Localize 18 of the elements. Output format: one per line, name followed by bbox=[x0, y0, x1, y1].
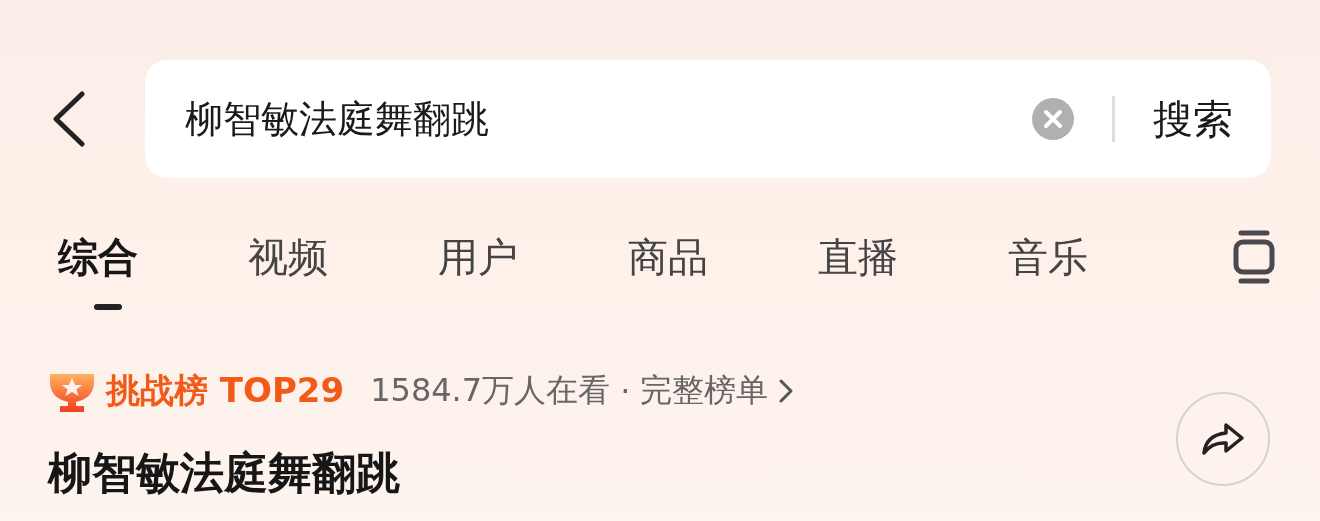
tab[interactable]: 商品 bbox=[628, 230, 722, 312]
tab[interactable]: 音乐 bbox=[1008, 230, 1102, 312]
viewer-count: 1584.7万人在看 bbox=[370, 370, 611, 411]
full-ranking-link[interactable]: 完整榜单 bbox=[640, 369, 769, 413]
tab[interactable]: 视频 bbox=[248, 230, 342, 312]
search-button[interactable]: 搜索 bbox=[1153, 91, 1233, 147]
tab[interactable]: 用户 bbox=[438, 230, 532, 312]
tab[interactable]: 综合 bbox=[58, 230, 152, 312]
video-title: 柳智敏法庭舞翻跳 bbox=[48, 446, 401, 500]
separator-dot: · bbox=[620, 372, 631, 410]
search-field[interactable]: 柳智敏法庭舞翻跳 搜索 bbox=[145, 60, 1271, 178]
share-button[interactable] bbox=[1176, 392, 1270, 486]
ranking-label: 挑战榜 TOP29 bbox=[106, 369, 345, 412]
back-icon[interactable] bbox=[50, 91, 86, 147]
tab[interactable]: 直播 bbox=[818, 230, 912, 312]
share-icon[interactable] bbox=[1200, 421, 1246, 457]
chevron-right-icon[interactable] bbox=[778, 378, 795, 404]
panel-icon[interactable] bbox=[1233, 230, 1275, 284]
